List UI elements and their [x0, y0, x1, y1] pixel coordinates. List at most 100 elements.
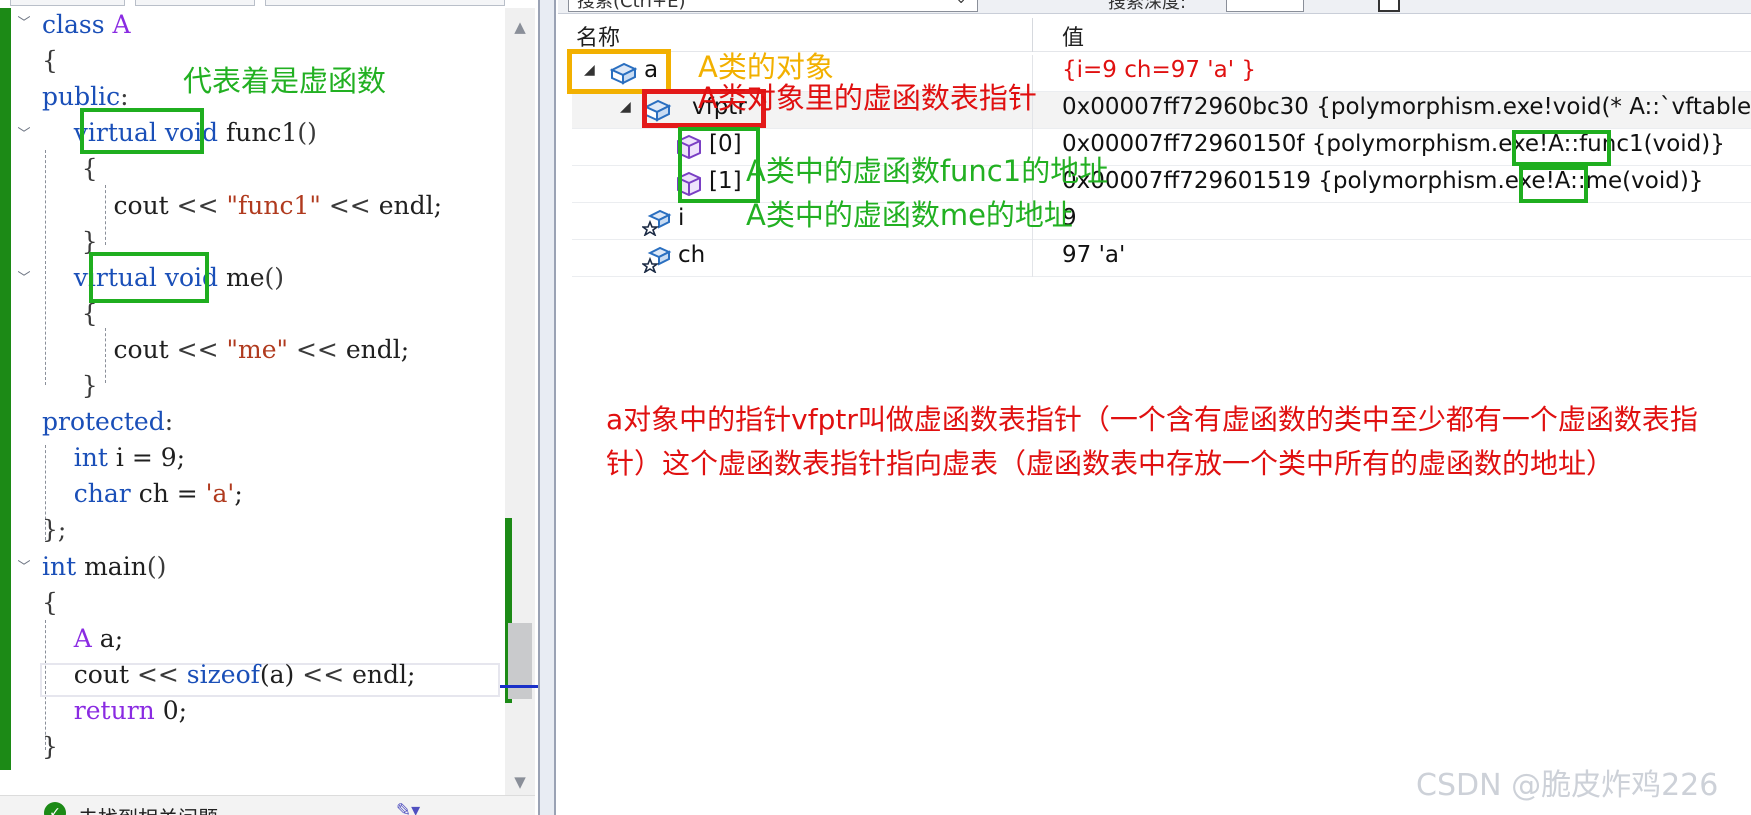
code-line[interactable]: { [42, 44, 58, 78]
code-token: 0; [154, 695, 188, 725]
code-token: ; [234, 479, 243, 509]
code-token: : [164, 407, 174, 437]
screenshot-root: { "editor": { "lines": [ [{"t":"class ",… [0, 0, 1751, 815]
code-token: return [73, 695, 155, 725]
code-token: cout [42, 190, 177, 220]
explanation-note: a对象中的指针vfptr叫做虚函数表指针（一个含有虚函数的类中至少都有一个虚函数… [606, 403, 1698, 480]
code-token: sizeof [186, 659, 260, 689]
code-token: << [320, 190, 379, 220]
code-line[interactable]: cout << sizeof(a) << endl; [42, 658, 416, 692]
code-token: << [302, 659, 353, 689]
code-line[interactable]: int main() [42, 550, 166, 584]
code-editor[interactable]: ﹀ ﹀ ﹀ ﹀ class A{public: virtual void fun… [0, 0, 555, 815]
virtual-highlight-box [80, 108, 204, 154]
code-line[interactable]: } [42, 369, 98, 403]
search-depth-input[interactable] [1226, 0, 1304, 12]
code-token: cout [42, 334, 177, 364]
code-token: public [42, 82, 121, 112]
object-highlight-box [567, 49, 671, 94]
code-token: { [42, 587, 58, 617]
code-line[interactable]: return 0; [42, 694, 187, 728]
watch-row[interactable]: ch 97 'a' [572, 240, 1751, 277]
status-text: 未找到相关问题 [78, 802, 218, 815]
code-token: << [176, 334, 227, 364]
me-annotation: A类中的虚函数me的地址 [746, 198, 1073, 232]
brush-icon[interactable]: ✎▾ [396, 800, 420, 815]
code-token: a; [91, 623, 124, 653]
code-token: ch = [130, 479, 206, 509]
code-line[interactable]: int i = 9; [42, 441, 185, 475]
protected-field-icon [642, 209, 672, 236]
toolbar-button[interactable] [1378, 0, 1400, 12]
code-token: endl; [352, 659, 416, 689]
code-line[interactable]: } [42, 730, 58, 764]
me-highlight-box [1519, 166, 1588, 203]
editor-status-bar: ✓ 未找到相关问题 ✎▾ [0, 795, 535, 815]
func1-annotation: A类中的虚函数func1的地址 [746, 154, 1109, 188]
fold-chevron-icon[interactable]: ﹀ [16, 16, 32, 32]
code-token: { [42, 46, 58, 76]
watch-toolbar: 搜索(Ctrl+E) ⌄ 搜索深度: [558, 0, 1751, 14]
change-tracking-bar [0, 8, 11, 770]
code-token: () [146, 551, 167, 581]
column-header-value[interactable]: 值 [1062, 20, 1084, 52]
code-line[interactable]: }; [42, 513, 66, 547]
row-value[interactable]: 97 'a' [1062, 242, 1125, 268]
row-value[interactable]: 0x00007ff72960bc30 {polymorphism.exe!voi… [1062, 94, 1751, 120]
code-line[interactable]: cout << "func1" << endl; [42, 189, 443, 223]
search-depth-label: 搜索深度: [1108, 0, 1187, 13]
row-name: ch [678, 242, 706, 268]
code-token: A [73, 623, 92, 653]
code-line[interactable]: cout << "me" << endl; [42, 333, 410, 367]
code-token: protected [42, 407, 165, 437]
code-token: << [288, 334, 346, 364]
row-value[interactable]: 0x00007ff729601519 {polymorphism.exe!A::… [1062, 168, 1703, 194]
fold-chevron-icon[interactable]: ﹀ [16, 560, 32, 576]
code-token: << [176, 190, 227, 220]
protected-field-icon [642, 246, 672, 273]
column-header-name[interactable]: 名称 [576, 20, 620, 52]
code-line[interactable]: { [42, 586, 58, 620]
code-token: endl; [345, 334, 410, 364]
code-token: { [42, 298, 98, 328]
row-value[interactable]: {i=9 ch=97 'a' } [1062, 57, 1256, 83]
vfptr-annotation: A类对象里的虚函数表指针 [698, 81, 1037, 115]
search-input[interactable]: 搜索(Ctrl+E) ⌄ [568, 0, 978, 12]
code-token: i = 9; [107, 443, 186, 473]
code-line[interactable]: { [42, 152, 98, 186]
code-token: char [73, 479, 131, 509]
scroll-down-arrow-icon[interactable]: ▼ [511, 773, 529, 791]
code-line[interactable]: A a; [42, 622, 123, 656]
column-separator[interactable] [1032, 18, 1033, 52]
virtual-annotation: 代表着是虚函数 [183, 64, 387, 98]
expanded-triangle-icon[interactable]: ◢ [620, 99, 631, 115]
column-separator [1032, 240, 1033, 277]
code-line[interactable]: protected: [42, 405, 173, 439]
editor-scrollbar[interactable]: ▲ ▼ [500, 8, 545, 798]
code-line[interactable]: char ch = 'a'; [42, 477, 243, 511]
code-token: 'a' [205, 479, 235, 509]
chevron-down-icon[interactable]: ⌄ [955, 0, 967, 7]
pane-splitter[interactable] [538, 0, 556, 815]
scroll-up-arrow-icon[interactable]: ▲ [511, 18, 529, 36]
code-token: A [112, 10, 131, 39]
fold-chevron-icon[interactable]: ﹀ [16, 271, 32, 287]
fold-chevron-icon[interactable]: ﹀ [16, 127, 32, 143]
editor-tab-strip [10, 0, 505, 8]
watch-window: 搜索(Ctrl+E) ⌄ 搜索深度: 名称 值 ◢ a {i=9 ch=97 '… [558, 0, 1751, 815]
code-line[interactable]: class A [42, 8, 131, 42]
code-token: }; [42, 515, 67, 545]
row-value[interactable]: 0x00007ff72960150f {polymorphism.exe!A::… [1062, 131, 1725, 157]
code-token: int [42, 551, 77, 581]
code-token: () [297, 118, 317, 148]
code-token: { [42, 154, 98, 184]
check-circle-icon: ✓ [44, 802, 66, 815]
code-token: << [136, 659, 187, 689]
code-token: main [76, 551, 147, 581]
